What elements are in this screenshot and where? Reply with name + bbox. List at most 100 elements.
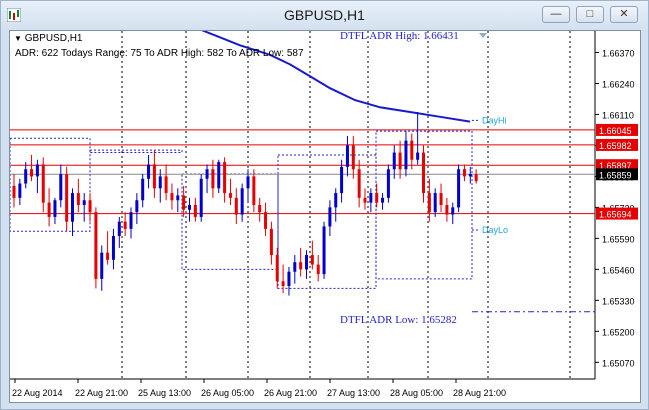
candle-body	[24, 169, 28, 184]
time-tick-label: 28 Aug 05:00	[390, 388, 443, 398]
candle-body	[457, 169, 461, 208]
candle-body	[427, 193, 431, 213]
price-tick-label: 1.66110	[602, 110, 634, 120]
price-label-text: 1.66045	[599, 126, 632, 136]
moving-average-line	[201, 31, 471, 123]
candle-body	[30, 169, 34, 177]
candle-body	[293, 262, 297, 272]
price-tick-label: 1.65070	[602, 358, 635, 368]
candle-body	[53, 200, 57, 217]
candle-body	[234, 197, 238, 215]
daily-range-box	[89, 149, 183, 154]
candle-body	[129, 212, 133, 229]
candle-body	[375, 193, 379, 203]
candle-body	[269, 228, 273, 256]
candle-body	[152, 164, 156, 189]
candle-body	[182, 195, 186, 210]
price-chart-svg[interactable]: 1.663701.662401.661101.659801.658501.657…	[10, 31, 640, 402]
time-tick-label: 27 Aug 13:00	[327, 388, 380, 398]
candle-body	[416, 152, 420, 160]
close-button[interactable]: ✕	[610, 6, 638, 23]
candle-body	[474, 174, 478, 182]
candle-body	[328, 207, 332, 227]
candle-body	[88, 200, 92, 213]
candle-body	[41, 164, 45, 203]
candle-body	[18, 183, 22, 198]
candle-body	[462, 169, 466, 177]
candle-body	[12, 185, 16, 198]
candle-body	[141, 178, 145, 201]
time-tick-label: 26 Aug 05:00	[201, 388, 254, 398]
candle-body	[147, 164, 151, 179]
candle-body	[164, 176, 168, 194]
candle-body	[439, 193, 443, 205]
day-lo-label: DayLo	[482, 225, 508, 235]
candle-body	[322, 226, 326, 275]
title-bar[interactable]: GBPUSD,H1 — □ ✕	[1, 1, 648, 31]
candle-body	[117, 221, 121, 236]
candle-body	[334, 193, 338, 208]
time-tick-label: 22 Aug 21:00	[75, 388, 128, 398]
candle-body	[468, 174, 472, 177]
restore-button[interactable]: □	[576, 6, 604, 23]
candle-body	[223, 162, 227, 194]
candle-body	[351, 145, 355, 170]
candle-body	[94, 212, 98, 279]
candle-body	[398, 152, 402, 170]
candle-body	[170, 193, 174, 201]
adr-high-annotation: DTFL ADR High: 1.66431	[340, 31, 459, 42]
candle-body	[451, 207, 455, 215]
candle-body	[135, 200, 139, 213]
candle-body	[65, 174, 69, 222]
candle-body	[252, 176, 256, 205]
price-tick-label: 1.66240	[602, 79, 635, 89]
candle-body	[363, 197, 367, 203]
price-label: 1.66045	[596, 123, 638, 136]
adr-stats-line: ADR: 622 Todays Range: 75 To ADR High: 5…	[15, 48, 304, 59]
candle-body	[205, 169, 209, 179]
candle-body	[199, 178, 203, 217]
minimize-button[interactable]: —	[542, 6, 570, 23]
candle-body	[404, 140, 408, 170]
candle-body	[35, 164, 39, 177]
candle-body	[275, 255, 279, 282]
adr-high-arrow-icon	[479, 33, 487, 38]
candle-body	[82, 200, 86, 205]
candle-body	[228, 193, 232, 198]
candle-body	[287, 271, 291, 287]
candle-body	[246, 176, 250, 189]
candle-body	[158, 176, 162, 189]
candle-body	[386, 169, 390, 198]
price-label: 1.65859	[596, 168, 638, 181]
price-tick-label: 1.65460	[602, 265, 635, 275]
candle-body	[345, 145, 349, 167]
price-tick-label: 1.65330	[602, 296, 635, 306]
candle-body	[410, 140, 414, 160]
chart-canvas[interactable]: 1.663701.662401.661101.659801.658501.657…	[9, 30, 641, 403]
candle-body	[100, 252, 104, 279]
price-label-text: 1.65982	[599, 141, 632, 151]
time-tick-label: 25 Aug 13:00	[138, 388, 191, 398]
candle-body	[59, 174, 63, 201]
candle-body	[357, 169, 361, 198]
daily-range-box	[277, 154, 377, 289]
price-tick-label: 1.66370	[602, 48, 635, 58]
candle-body	[340, 166, 344, 194]
close-icon: ✕	[619, 8, 629, 20]
price-tick-label: 1.65200	[602, 327, 635, 337]
candle-body	[47, 202, 51, 217]
candle-body	[310, 255, 314, 265]
price-label: 1.65694	[596, 207, 638, 220]
candle-body	[264, 212, 268, 229]
candle-body	[211, 169, 215, 189]
time-tick-label: 22 Aug 2014	[12, 388, 63, 398]
candle-body	[422, 152, 425, 194]
restore-icon: □	[586, 8, 594, 20]
adr-low-annotation: DTFL ADR Low: 1.65282	[340, 314, 457, 326]
time-tick-label: 26 Aug 21:00	[264, 388, 317, 398]
candle-body	[305, 255, 308, 270]
price-label: 1.65982	[596, 138, 638, 151]
collapse-triangle-icon[interactable]: ▼	[14, 34, 22, 43]
candle-body	[316, 264, 320, 275]
candle-body	[193, 205, 197, 217]
